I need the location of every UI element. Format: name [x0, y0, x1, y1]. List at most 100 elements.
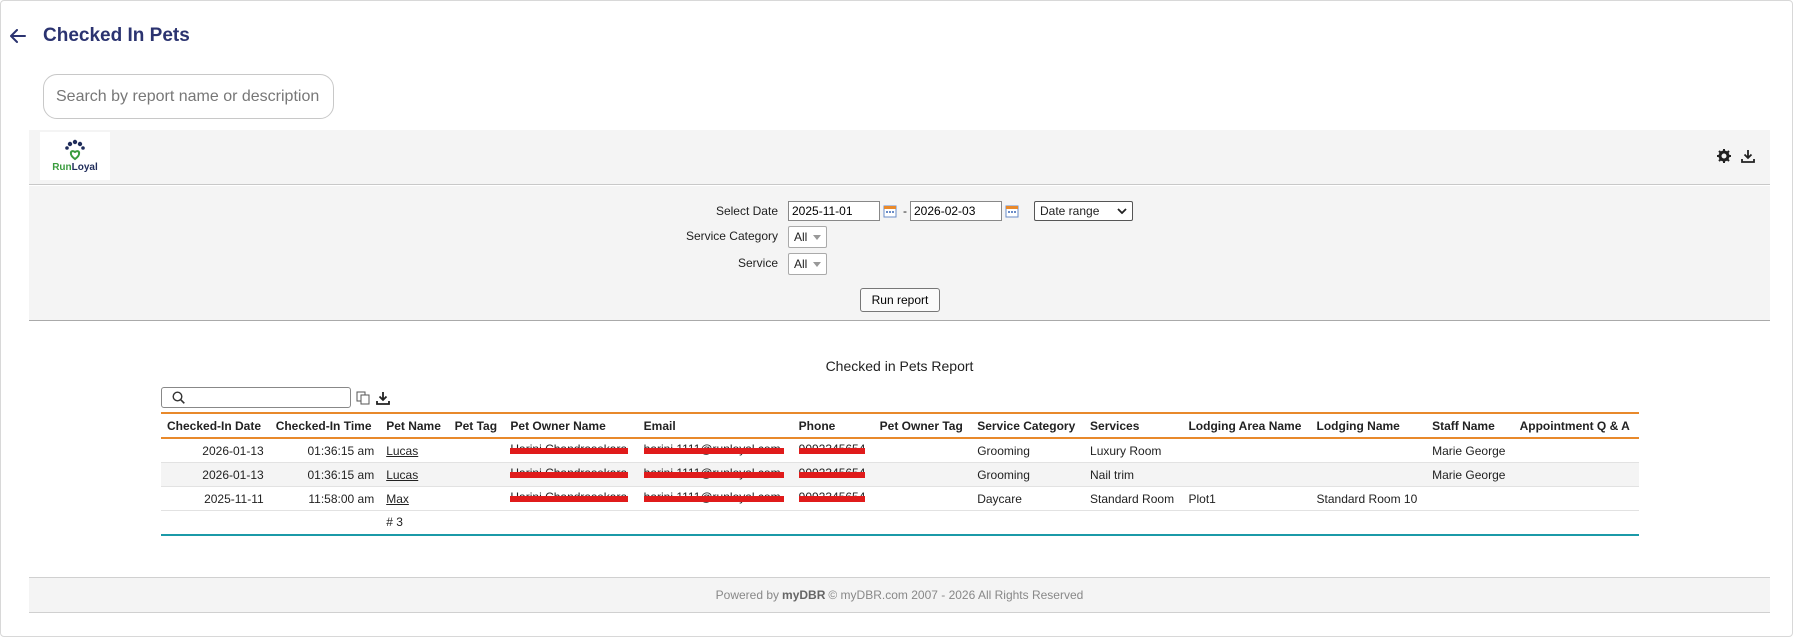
email-redacted: harini.1111@runloyal.com [643, 442, 784, 456]
col-pet-owner-tag[interactable]: Pet Owner Tag [874, 413, 972, 438]
cell-date: 2025-11-11 [161, 486, 270, 511]
page-header: Checked In Pets [7, 19, 190, 53]
service-row: Service All [29, 253, 1770, 275]
cell-pet-tag [448, 486, 505, 511]
paw-logo-icon [65, 139, 85, 161]
cell-service-category: Grooming [971, 462, 1085, 487]
col-checked-in-date[interactable]: Checked-In Date [161, 413, 270, 438]
cell-owner-tag [873, 462, 972, 487]
cell-services: Nail trim [1084, 462, 1183, 487]
cell-pet-tag [448, 438, 505, 463]
copy-icon[interactable] [355, 390, 371, 406]
cell-owner: Harini Chandrasekaran [504, 486, 638, 511]
checked-in-pets-table: Checked-In Date Checked-In Time Pet Name… [161, 412, 1639, 536]
cell-lodging-name [1310, 438, 1427, 463]
pet-name-link[interactable]: Lucas [386, 444, 418, 458]
table-search-input[interactable] [189, 390, 339, 405]
cell-email: harini.1111@runloyal.com [637, 462, 793, 487]
col-checked-in-time[interactable]: Checked-In Time [270, 413, 381, 438]
table-footer-row: # 3 [161, 510, 1639, 536]
date-from-input[interactable] [788, 201, 880, 221]
cell-time: 11:58:00 am [269, 486, 381, 511]
report-search-input[interactable] [56, 87, 321, 106]
mydbr-brand[interactable]: myDBR [782, 588, 825, 602]
cell-phone: 9092345654 [792, 438, 874, 463]
report-filters: Select Date - Date range [29, 186, 1770, 321]
col-pet-owner-name[interactable]: Pet Owner Name [504, 413, 637, 438]
caret-down-icon [813, 261, 821, 267]
calendar-to-icon[interactable] [1005, 204, 1019, 218]
service-select[interactable]: All [788, 253, 827, 275]
cell-staff [1426, 486, 1514, 511]
cell-lodging-area [1182, 462, 1311, 487]
email-redacted: harini.1111@runloyal.com [643, 466, 784, 480]
owner-name-redacted: Harini Chandrasekaran [510, 442, 629, 456]
cell-pet-name: Lucas [380, 462, 449, 487]
cell-lodging-name: Standard Room 10 [1310, 486, 1427, 511]
report-title: Checked in Pets Report [825, 358, 974, 374]
col-lodging-name[interactable]: Lodging Name [1311, 413, 1427, 438]
select-date-label: Select Date [715, 204, 778, 218]
logo-wordmark: RunLoyal [52, 162, 98, 173]
cell-services: Standard Room [1084, 486, 1183, 511]
cell-date: 2026-01-13 [161, 438, 270, 463]
phone-redacted: 9092345654 [798, 466, 865, 480]
cell-lodging-name [1310, 462, 1427, 487]
col-pet-tag[interactable]: Pet Tag [449, 413, 505, 438]
col-services[interactable]: Services [1084, 413, 1182, 438]
col-appointment-qa[interactable]: Appointment Q & A [1514, 413, 1639, 438]
col-service-category[interactable]: Service Category [971, 413, 1084, 438]
cell-service-category: Grooming [971, 438, 1085, 463]
date-to-input[interactable] [910, 201, 1002, 221]
cell-owner-tag [873, 486, 972, 511]
service-category-row: Service Category All [29, 226, 1770, 248]
table-header-row: Checked-In Date Checked-In Time Pet Name… [161, 413, 1639, 438]
cell-date: 2026-01-13 [161, 462, 270, 487]
service-category-value: All [794, 230, 808, 244]
app-window: Checked In Pets RunLoyal [0, 0, 1793, 637]
row-count: # 3 [380, 510, 449, 536]
calendar-from-icon[interactable] [883, 204, 897, 218]
caret-down-icon [813, 234, 821, 240]
settings-gear-icon[interactable] [1716, 148, 1732, 164]
select-date-row: Select Date - Date range [29, 201, 1770, 223]
cell-email: harini.1111@runloyal.com [637, 486, 793, 511]
cell-lodging-area: Plot1 [1182, 486, 1311, 511]
cell-phone: 9092345654 [792, 486, 874, 511]
date-range-value: Date range [1040, 204, 1100, 218]
run-report-button[interactable]: Run report [860, 288, 940, 312]
email-redacted: harini.1111@runloyal.com [643, 490, 784, 504]
table-row: 2025-11-11 11:58:00 am Max Harini Chandr… [161, 486, 1639, 511]
date-separator: - [903, 204, 907, 218]
chevron-down-icon [1117, 208, 1127, 214]
service-category-select[interactable]: All [788, 226, 827, 248]
cell-qa [1513, 438, 1639, 463]
back-arrow-icon[interactable] [7, 25, 29, 47]
owner-name-redacted: Harini Chandrasekaran [510, 466, 629, 480]
cell-qa [1513, 486, 1639, 511]
phone-redacted: 9092345654 [798, 442, 865, 456]
service-value: All [794, 257, 808, 271]
col-lodging-area-name[interactable]: Lodging Area Name [1182, 413, 1310, 438]
report-frame: RunLoyal Select Date 2025-11-01 - 2026-0… [29, 130, 1770, 613]
table-tools [161, 387, 391, 408]
pet-name-link[interactable]: Max [386, 492, 409, 506]
cell-time: 01:36:15 am [269, 438, 381, 463]
cell-owner: Harini Chandrasekaran [504, 438, 638, 463]
export-download-icon[interactable] [375, 390, 391, 406]
table-row: 2026-01-13 01:36:15 am Lucas Harini Chan… [161, 438, 1639, 463]
report-footer: Powered by myDBR © myDBR.com 2007 - 2026… [29, 577, 1770, 613]
col-staff-name[interactable]: Staff Name [1426, 413, 1514, 438]
col-pet-name[interactable]: Pet Name [380, 413, 448, 438]
col-email[interactable]: Email [638, 413, 793, 438]
powered-by-text: Powered by [715, 588, 780, 602]
search-icon [172, 391, 185, 404]
report-search-box[interactable] [43, 74, 334, 119]
col-phone[interactable]: Phone [793, 413, 874, 438]
cell-phone: 9092345654 [792, 462, 874, 487]
table-search-box[interactable] [161, 387, 351, 408]
pet-name-link[interactable]: Lucas [386, 468, 418, 482]
date-range-select[interactable]: Date range [1034, 201, 1133, 221]
download-icon[interactable] [1740, 148, 1756, 164]
cell-owner: Harini Chandrasekaran [504, 462, 638, 487]
